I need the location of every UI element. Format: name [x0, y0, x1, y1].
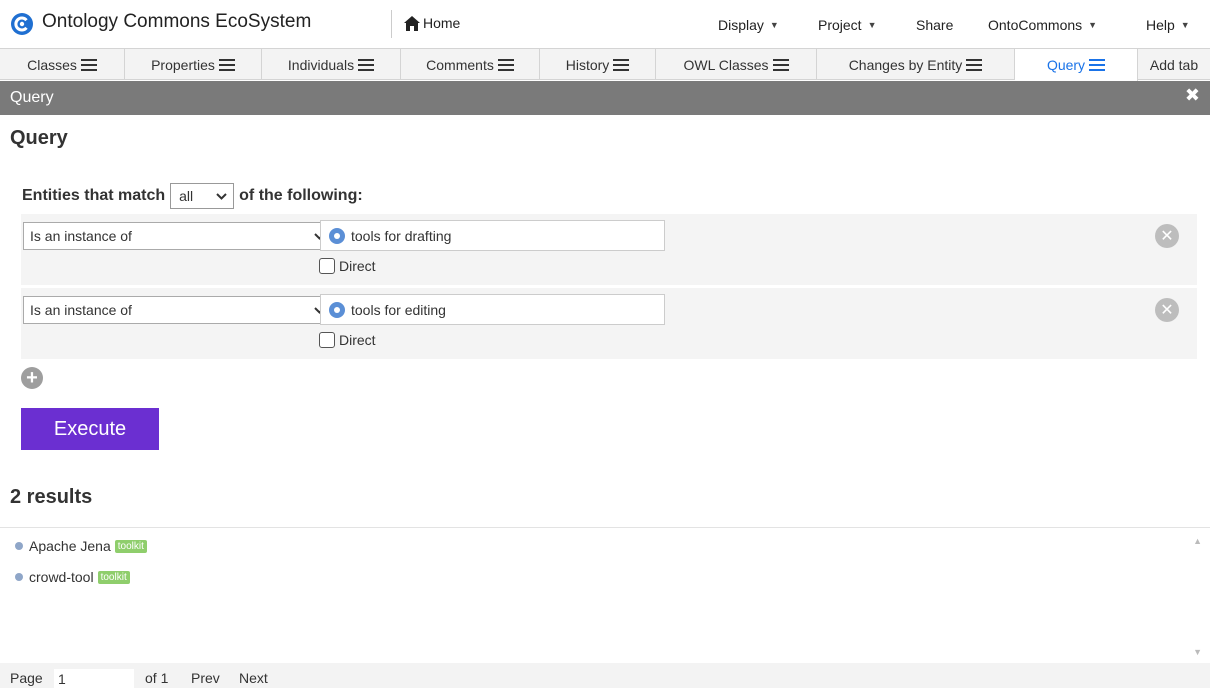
match-mode-select[interactable]: all: [170, 183, 235, 209]
add-tab-button[interactable]: Add tab: [1138, 49, 1210, 80]
checkbox[interactable]: [319, 258, 335, 274]
tab-individuals[interactable]: Individuals: [262, 49, 401, 80]
tab-owl-classes[interactable]: OWL Classes: [656, 49, 817, 80]
close-icon[interactable]: ✖: [1185, 85, 1200, 106]
type-tag: toolkit: [114, 539, 147, 553]
menu-ontocommons[interactable]: OntoCommons ▼: [988, 17, 1097, 33]
results-count: 2 results: [10, 486, 93, 508]
direct-checkbox[interactable]: Direct: [319, 332, 376, 348]
scroll-down-icon[interactable]: ▼: [1193, 647, 1202, 657]
criteria-row: Is an instance of tools for drafting Dir…: [21, 214, 1197, 285]
tab-properties[interactable]: Properties: [125, 49, 262, 80]
match-prefix: Entities that match: [22, 187, 166, 204]
direct-checkbox[interactable]: Direct: [319, 258, 376, 274]
close-icon: ✕: [1160, 228, 1174, 245]
query-heading: Query: [10, 127, 68, 149]
individual-dot-icon: [15, 573, 23, 581]
page-of-label: of 1: [145, 670, 169, 686]
results-list: Apache Jena toolkit crowd-tool toolkit ▲…: [0, 527, 1210, 663]
menu-icon[interactable]: [1089, 59, 1106, 71]
menu-display[interactable]: Display ▼: [718, 17, 779, 33]
list-item[interactable]: Apache Jena toolkit: [15, 538, 147, 554]
menu-icon[interactable]: [358, 58, 375, 71]
match-line: Entities that match all of the following…: [22, 183, 363, 209]
menu-icon[interactable]: [497, 58, 514, 71]
pager: Page of 1 Prev Next: [0, 663, 1210, 688]
criteria-type-select[interactable]: Is an instance of: [23, 222, 334, 250]
prev-page-link[interactable]: Prev: [191, 670, 220, 686]
caret-down-icon: ▼: [769, 20, 779, 30]
tab-comments[interactable]: Comments: [401, 49, 540, 80]
criteria-type-select[interactable]: Is an instance of: [23, 296, 334, 324]
criteria-value-field[interactable]: tools for drafting: [320, 220, 665, 251]
plus-icon: +: [26, 367, 38, 389]
individual-icon: [329, 227, 345, 244]
caret-down-icon: ▼: [1180, 20, 1190, 30]
tab-classes[interactable]: Classes: [0, 49, 125, 80]
menu-help[interactable]: Help ▼: [1146, 17, 1190, 33]
close-icon: ✕: [1160, 302, 1174, 319]
remove-criteria-button[interactable]: ✕: [1155, 298, 1179, 322]
type-tag: toolkit: [97, 570, 130, 584]
next-page-link[interactable]: Next: [239, 670, 268, 686]
tab-history[interactable]: History: [540, 49, 656, 80]
scroll-up-icon[interactable]: ▲: [1193, 536, 1202, 546]
chevron-down-icon: [216, 192, 227, 200]
panel-title: Query: [10, 89, 54, 106]
app-title[interactable]: Ontology Commons EcoSystem: [42, 11, 311, 33]
criteria-value-field[interactable]: tools for editing: [320, 294, 665, 325]
remove-criteria-button[interactable]: ✕: [1155, 224, 1179, 248]
menu-icon[interactable]: [966, 58, 983, 71]
menu-icon[interactable]: [613, 58, 630, 71]
add-criteria-button[interactable]: +: [21, 367, 43, 389]
list-item[interactable]: crowd-tool toolkit: [15, 569, 130, 585]
menu-icon[interactable]: [772, 58, 789, 71]
menu-share[interactable]: Share: [916, 17, 953, 33]
title-divider: [391, 10, 392, 38]
home-label: Home: [423, 15, 461, 31]
caret-down-icon: ▼: [1088, 20, 1098, 30]
ontocommons-logo-icon[interactable]: [10, 12, 34, 36]
tab-query[interactable]: Query: [1015, 49, 1138, 81]
criteria-row: Is an instance of tools for editing Dire…: [21, 288, 1197, 359]
panel-header: Query ✖: [0, 81, 1210, 115]
home-link[interactable]: Home: [404, 15, 460, 31]
top-bar: Ontology Commons EcoSystem Home Display ▼…: [0, 0, 1210, 48]
menu-icon[interactable]: [80, 58, 97, 71]
page-label: Page: [10, 670, 43, 686]
tab-changes-by-entity[interactable]: Changes by Entity: [817, 49, 1015, 80]
menu-project[interactable]: Project ▼: [818, 17, 877, 33]
menu-icon[interactable]: [218, 58, 235, 71]
page-number-input[interactable]: [54, 669, 134, 688]
individual-dot-icon: [15, 542, 23, 550]
execute-button[interactable]: Execute: [21, 408, 159, 450]
caret-down-icon: ▼: [867, 20, 877, 30]
home-icon: [404, 15, 420, 31]
tab-strip: Classes Properties Individuals Comments …: [0, 48, 1210, 81]
match-suffix: of the following:: [239, 187, 363, 204]
individual-icon: [329, 301, 345, 318]
checkbox[interactable]: [319, 332, 335, 348]
